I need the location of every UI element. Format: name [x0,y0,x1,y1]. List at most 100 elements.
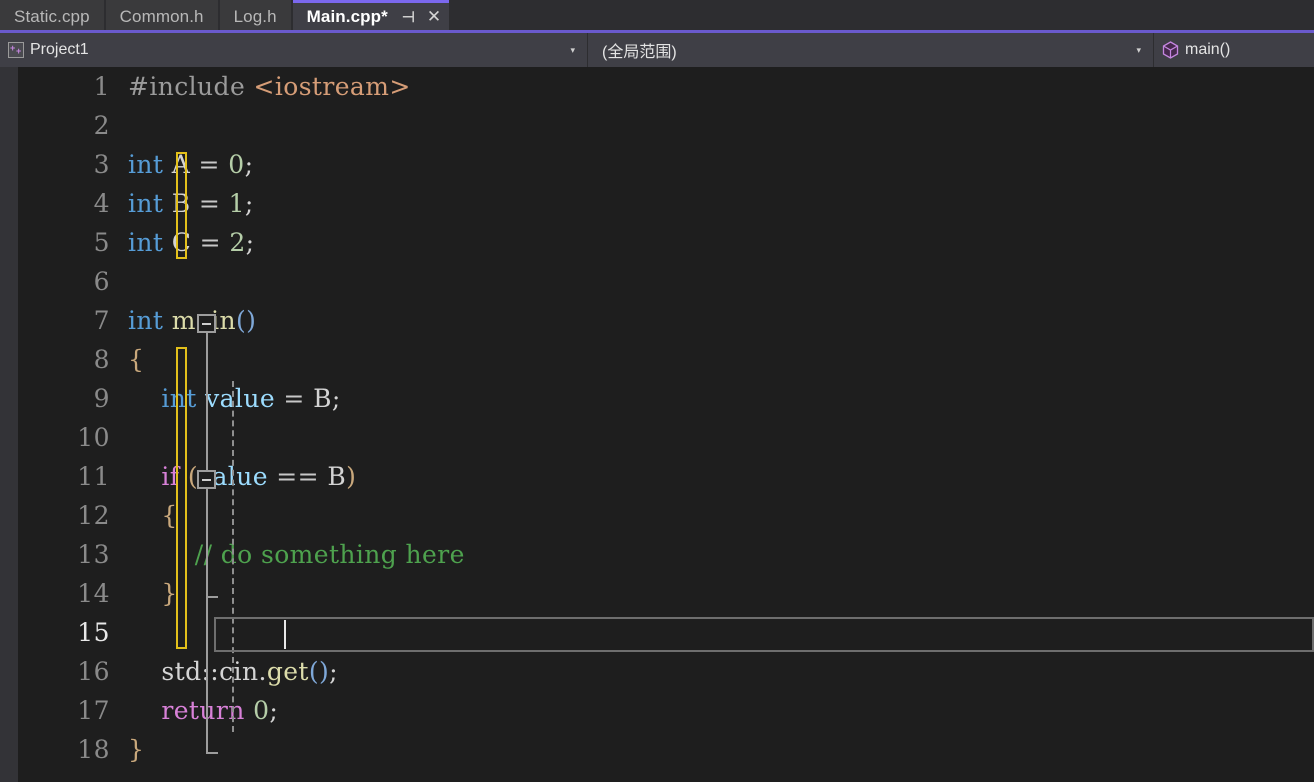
code-token: == [276,462,319,491]
code-token: ; [269,696,279,725]
line-number: 11 [77,462,110,491]
code-line-text[interactable]: int value = B; [128,386,1314,411]
code-line-row[interactable]: 10 [0,418,1314,457]
code-token: ; [329,657,338,686]
code-line-row[interactable]: 3 int A = 0; [0,145,1314,184]
code-token: B [171,189,191,218]
tab-label: Static.cpp [14,6,90,26]
code-token: B [313,384,332,413]
code-line-text[interactable]: #include <iostream> [128,74,1314,99]
close-icon[interactable]: ✕ [427,7,441,27]
code-line-row[interactable]: 18} [0,730,1314,769]
code-token: :: [201,657,220,686]
code-rows[interactable]: 1 #include <iostream> 2 3 int A = 0; 4 int B =… [0,67,1314,782]
code-token: value [205,384,276,413]
code-line-text[interactable]: } [128,581,1314,606]
code-token: // do something here [194,540,465,569]
chevron-down-icon[interactable]: ▾ [1132,45,1147,55]
code-line-row[interactable]: 16 std::cin.get(); [0,652,1314,691]
code-token: A [171,150,191,179]
code-token: <iostream> [253,72,411,101]
scope-dropdown-label: (全局范围) [602,44,677,61]
tab-static-cpp[interactable]: Static.cpp [0,0,104,30]
code-line-row[interactable]: 4 int B = 1; [0,184,1314,223]
code-line-row[interactable]: 15 [0,613,1314,652]
code-line-text[interactable]: { [128,347,1314,372]
code-token: int [128,150,164,179]
code-line-row[interactable]: 17 return 0; [0,691,1314,730]
tab-common-h[interactable]: Common.h [105,0,218,30]
code-editor[interactable]: 1 #include <iostream> 2 3 int A = 0; 4 int B =… [0,67,1314,782]
code-line-text[interactable]: int B = 1; [128,191,1314,216]
code-line-row[interactable]: 11 if (value == B) [0,457,1314,496]
code-token: C [171,228,192,257]
line-number: 14 [77,579,110,608]
code-line-text[interactable]: int main() [128,308,1314,333]
line-number: 12 [77,501,110,530]
code-line-text[interactable]: int C = 2; [128,230,1314,255]
line-number: 15 [77,618,110,647]
chevron-down-icon[interactable]: ▾ [566,45,581,55]
code-line-text[interactable]: { [128,503,1314,528]
code-token: } [161,579,178,608]
code-line-row[interactable]: 13 // do something here [0,535,1314,574]
code-line-text[interactable]: } [128,737,1314,762]
code-line-row[interactable]: 1 #include <iostream> [0,67,1314,106]
line-number: 10 [77,423,110,452]
code-line-row[interactable]: 9 int value = B; [0,379,1314,418]
code-token: = [198,150,220,179]
code-token: value [197,462,268,491]
code-token: . [258,657,267,686]
project-dropdown[interactable]: + + Project1 ▾ [0,33,588,67]
code-token: int [128,228,164,257]
code-token: if [161,462,180,491]
code-line-row[interactable]: 5 int C = 2; [0,223,1314,262]
code-line-text[interactable]: int A = 0; [128,152,1314,177]
line-number: 1 [93,72,110,101]
pin-icon[interactable]: ⊣ [402,8,415,26]
code-line-row[interactable]: 7 int main() [0,301,1314,340]
code-line-row[interactable]: 14 } [0,574,1314,613]
line-number: 3 [93,150,110,179]
text-caret [284,620,286,649]
member-dropdown[interactable]: main() [1154,33,1314,67]
code-line-text[interactable]: std::cin.get(); [128,659,1314,684]
code-token: ; [244,189,254,218]
code-line-row[interactable]: 8{ [0,340,1314,379]
code-token: 2 [229,228,246,257]
code-line-row[interactable]: 2 [0,106,1314,145]
code-token: = [199,228,221,257]
line-number: 18 [77,735,110,764]
scope-dropdown[interactable]: (全局范围) ▾ [588,33,1154,67]
code-line-text[interactable]: if (value == B) [128,464,1314,489]
code-token: std [161,657,202,686]
code-token: ; [245,228,255,257]
method-cube-icon [1162,41,1179,59]
code-line-text[interactable]: return 0; [128,698,1314,723]
code-line-text[interactable]: // do something here [128,542,1314,567]
line-number: 8 [93,345,110,374]
tab-label: Log.h [233,6,277,26]
code-line-row[interactable]: 6 [0,262,1314,301]
code-line-row[interactable]: 12 { [0,496,1314,535]
tab-main-cpp[interactable]: Main.cpp* ⊣ ✕ [292,0,450,30]
code-token: { [128,345,145,374]
tab-log-h[interactable]: Log.h [219,0,291,30]
code-token: { [161,501,178,530]
